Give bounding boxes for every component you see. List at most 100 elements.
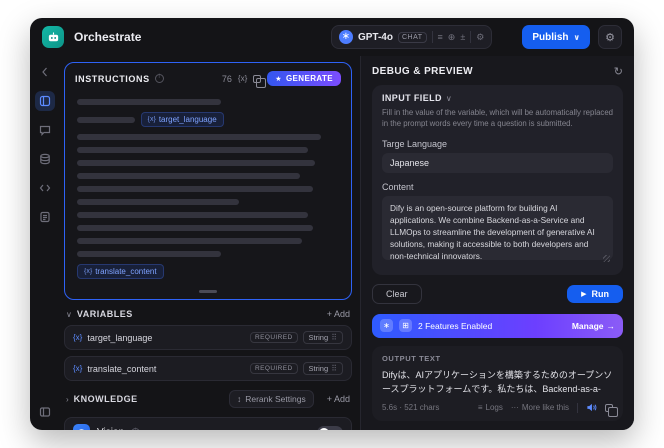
variable-row-meta: REQUIRED String ⠿ (250, 362, 343, 375)
sidebar-item-datasets[interactable] (35, 149, 55, 169)
sidebar-item-chat[interactable] (35, 120, 55, 140)
model-selector[interactable]: ∗ GPT-4o CHAT ≡ ⊕ ± ⚙ (330, 25, 493, 49)
sidebar-item-orchestrate[interactable] (35, 91, 55, 111)
token-count: 76 (221, 73, 232, 84)
sidebar-item-api[interactable] (35, 178, 55, 198)
variable-type-select[interactable]: String ⠿ (302, 331, 343, 344)
add-knowledge-button[interactable]: + Add (327, 394, 350, 404)
skeleton-line (77, 147, 308, 153)
skeleton-line (77, 116, 135, 123)
back-nav-icon[interactable] (35, 62, 55, 82)
sparkle-icon: ★ (275, 75, 282, 83)
chevron-right-icon: › (66, 394, 69, 404)
input-field-description: Fill in the value of the variable, which… (382, 108, 613, 129)
instructions-card[interactable]: INSTRUCTIONS 76 {x} ★ GENERATE (64, 62, 352, 300)
copy-icon[interactable] (253, 74, 267, 88)
model-capability-icon: ≡ (437, 32, 443, 42)
instructions-title: INSTRUCTIONS (75, 73, 150, 84)
input-field-header[interactable]: INPUT FIELD ∨ (382, 93, 613, 103)
target-language-label: Targe Language (382, 138, 448, 149)
chevron-down-icon: ∨ (66, 309, 72, 319)
content-textarea-wrap: Dify is an open-source platform for buil… (382, 195, 613, 265)
variable-chip-label: translate_content (95, 267, 157, 276)
prompt-skeleton: {x} target_language {x} translate_conten… (75, 86, 341, 288)
sidebar-item-logs[interactable] (35, 207, 55, 227)
resize-handle[interactable] (199, 290, 217, 293)
variable-row[interactable]: {x} translate_content REQUIRED String ⠿ (64, 356, 352, 381)
variables-header[interactable]: ∨ VARIABLES + Add (64, 309, 352, 319)
clear-button[interactable]: Clear (372, 283, 422, 304)
app-logo-icon[interactable] (42, 26, 64, 48)
vision-toggle[interactable] (317, 425, 343, 430)
vision-icon (73, 424, 90, 430)
skeleton-line (77, 212, 308, 218)
info-icon (154, 74, 164, 83)
publish-button[interactable]: Publish ∨ (522, 25, 590, 49)
rerank-icon: ↕ (236, 394, 242, 404)
output-title: OUTPUT TEXT (382, 353, 441, 363)
features-banner[interactable]: ∗ ⊞ 2 Features Enabled Manage → (372, 313, 623, 338)
debug-header: DEBUG & PREVIEW ↻ (372, 65, 623, 78)
output-text: Difyは、AIアプリケーションを構築するためのオープンソースプラットフォームで… (382, 369, 613, 394)
generate-label: GENERATE (285, 74, 333, 83)
target-language-select[interactable]: Japanese (382, 152, 613, 173)
info-icon (131, 428, 141, 430)
content-label: Content (382, 181, 414, 192)
content-textarea[interactable]: Dify is an open-source platform for buil… (382, 195, 613, 260)
variables-section: ∨ VARIABLES + Add {x} target_language RE… (64, 309, 352, 381)
variable-chip-label: target_language (158, 115, 217, 124)
pill-divider (470, 31, 472, 43)
vision-feature-row: Vision (64, 417, 352, 430)
manage-label: Manage (571, 320, 604, 331)
chevron-down-icon: ∨ (445, 93, 452, 103)
text-to-speech-icon[interactable] (586, 402, 597, 413)
knowledge-title: KNOWLEDGE (73, 394, 138, 404)
play-icon: ▶ (581, 290, 587, 298)
skeleton-line (77, 99, 222, 105)
model-mode-badge: CHAT (397, 31, 427, 43)
variable-insert-icon[interactable]: {x} (238, 74, 247, 83)
vision-label: Vision (97, 427, 124, 430)
variable-row[interactable]: {x} target_language REQUIRED String ⠿ (64, 325, 352, 350)
footer-divider (577, 402, 578, 413)
features-enabled-label: 2 Features Enabled (418, 320, 493, 331)
knowledge-header[interactable]: › KNOWLEDGE ↕ Rerank Settings + Add (64, 390, 352, 408)
rerank-label: Rerank Settings (245, 394, 306, 404)
input-field-title: INPUT FIELD (382, 93, 442, 103)
variable-row-meta: REQUIRED String ⠿ (250, 331, 343, 344)
more-like-this-button[interactable]: ··· More like this (511, 403, 569, 412)
model-settings-icon[interactable]: ⚙ (476, 32, 484, 43)
generate-button[interactable]: ★ GENERATE (267, 71, 341, 86)
skeleton-line (77, 225, 313, 231)
skeleton-line (77, 186, 313, 192)
variable-type-select[interactable]: String ⠿ (302, 362, 343, 375)
output-footer: 5.6s · 521 chars ≡ Logs ··· More like th… (382, 402, 618, 417)
output-card: OUTPUT TEXT Difyは、AIアプリケーションを構築するためのオープン… (372, 345, 623, 421)
add-variable-button[interactable]: + Add (327, 309, 350, 319)
logs-button[interactable]: ≡ Logs (478, 403, 503, 412)
model-capability-icon: ⊕ (447, 31, 456, 42)
run-button[interactable]: ▶ Run (567, 284, 623, 303)
variable-icon: {x} (84, 268, 93, 275)
manage-features-button[interactable]: Manage → (572, 321, 615, 331)
output-meta: 5.6s · 521 chars (382, 403, 440, 412)
knowledge-section: › KNOWLEDGE ↕ Rerank Settings + Add (64, 390, 352, 408)
refresh-icon[interactable]: ↻ (614, 65, 623, 78)
assistant-settings-button[interactable]: ⚙ (598, 25, 622, 49)
collapse-panel-icon[interactable] (35, 402, 55, 422)
variable-name: target_language (87, 332, 153, 343)
rerank-settings-button[interactable]: ↕ Rerank Settings (228, 390, 314, 408)
required-badge: REQUIRED (250, 363, 298, 374)
feature-icon: ∗ (380, 319, 393, 333)
variable-chip[interactable]: {x} target_language (140, 112, 224, 127)
debug-actions: Clear ▶ Run (372, 283, 623, 304)
top-bar: Orchestrate ∗ GPT-4o CHAT ≡ ⊕ ± ⚙ Publis… (30, 18, 634, 56)
variable-chip[interactable]: {x} translate_content (77, 264, 164, 279)
variable-icon: {x} (73, 364, 83, 373)
copy-output-icon[interactable] (605, 403, 618, 417)
skeleton-line (77, 238, 303, 244)
logs-label: Logs (485, 403, 503, 412)
instructions-header: INSTRUCTIONS 76 {x} ★ GENERATE (75, 71, 341, 88)
variable-name: translate_content (87, 363, 157, 374)
instructions-tools: 76 {x} ★ GENERATE (221, 71, 341, 88)
